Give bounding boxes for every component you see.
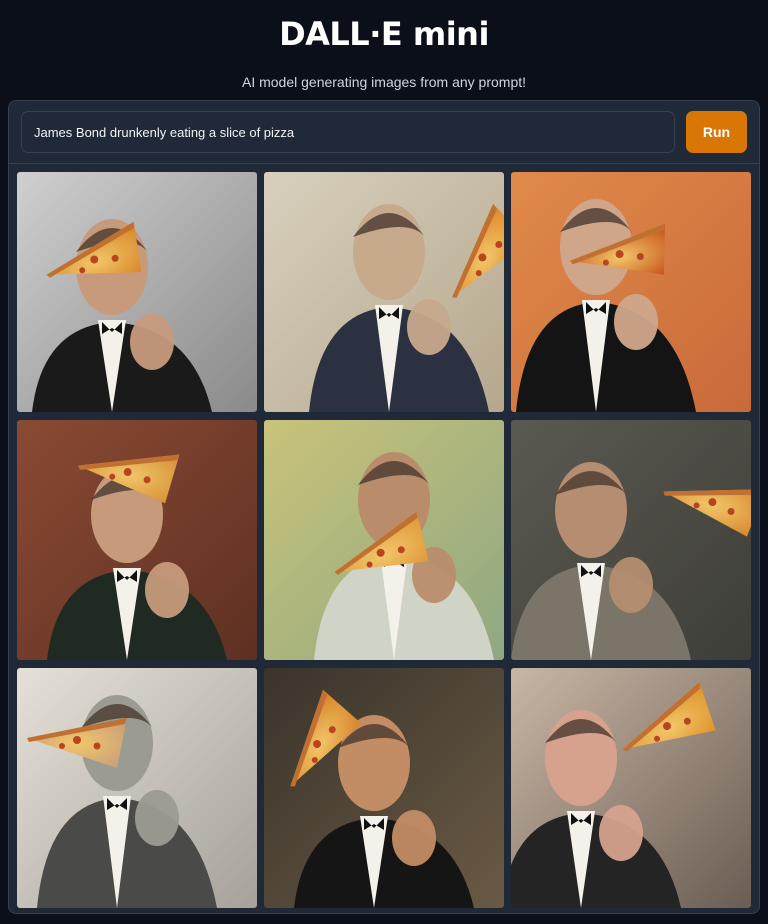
result-image[interactable] (264, 420, 504, 660)
result-image[interactable] (511, 668, 751, 908)
result-image[interactable] (264, 668, 504, 908)
prompt-input[interactable] (21, 111, 675, 153)
prompt-row: Run (9, 101, 759, 164)
header: DALL·E mini AI model generating images f… (0, 0, 768, 92)
app-subtitle: AI model generating images from any prom… (241, 74, 527, 90)
app-title: DALL·E mini (279, 15, 489, 53)
result-image[interactable] (17, 668, 257, 908)
result-image[interactable] (511, 172, 751, 412)
result-image[interactable] (264, 172, 504, 412)
result-image[interactable] (17, 172, 257, 412)
app-panel: Run (8, 100, 760, 914)
run-button[interactable]: Run (686, 111, 747, 153)
results-grid (17, 172, 751, 908)
result-image[interactable] (511, 420, 751, 660)
result-image[interactable] (17, 420, 257, 660)
